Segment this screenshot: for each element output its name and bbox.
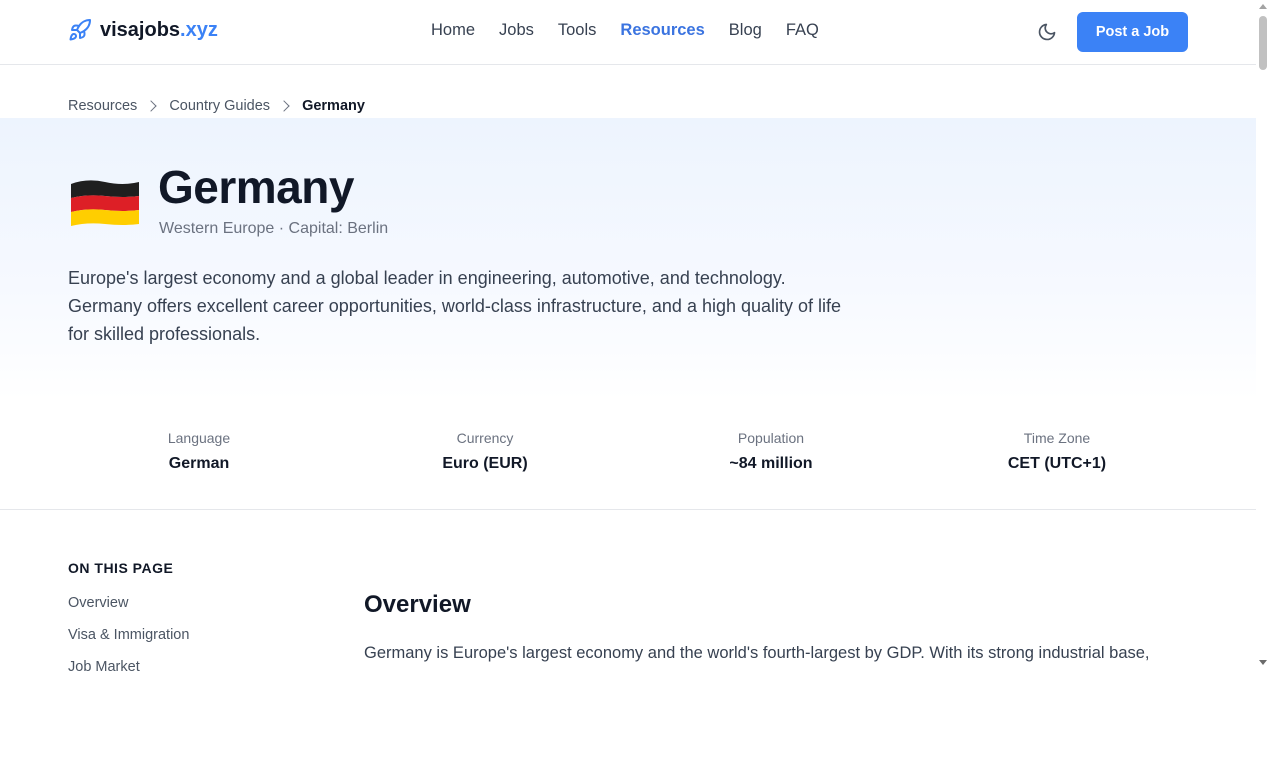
nav-faq[interactable]: FAQ (786, 21, 819, 40)
site-header: visajobs.xyz Home Jobs Tools Resources B… (0, 0, 1256, 65)
stat-value: ~84 million (729, 455, 813, 472)
toc-item-visa-immigration[interactable]: Visa & Immigration (68, 627, 189, 659)
country-stats: Language German Currency Euro (EUR) Popu… (56, 430, 1200, 473)
stat-timezone: Time Zone CET (UTC+1) (914, 430, 1200, 473)
table-of-contents: Overview Visa & Immigration Job Market (68, 595, 189, 672)
nav-resources[interactable]: Resources (620, 21, 704, 40)
brand-name: visajobs (100, 18, 181, 41)
stat-currency: Currency Euro (EUR) (342, 430, 628, 473)
scroll-thumb[interactable] (1259, 16, 1267, 70)
stat-population: Population ~84 million (628, 430, 914, 473)
moon-icon[interactable] (1036, 21, 1058, 43)
nav-home[interactable]: Home (431, 21, 475, 40)
country-description: Europe's largest economy and a global le… (68, 268, 842, 344)
nav-jobs[interactable]: Jobs (499, 21, 534, 40)
site-logo[interactable]: visajobs.xyz (68, 18, 218, 42)
country-title: Germany (158, 161, 354, 213)
breadcrumb-resources[interactable]: Resources (68, 98, 137, 114)
nav-tools[interactable]: Tools (558, 21, 597, 40)
section-title-overview: Overview (364, 591, 471, 618)
breadcrumb-current: Germany (302, 98, 365, 114)
stat-value: Euro (EUR) (442, 455, 528, 472)
toc-item-job-market[interactable]: Job Market (68, 659, 189, 672)
page-scrollbar[interactable] (1256, 0, 1270, 672)
scroll-down-icon[interactable] (1259, 660, 1267, 665)
toc-title: ON THIS PAGE (68, 560, 174, 576)
blank-area (0, 672, 1270, 760)
stat-label: Population (737, 430, 805, 446)
chevron-right-icon (145, 100, 157, 112)
page-viewport: visajobs.xyz Home Jobs Tools Resources B… (0, 0, 1256, 672)
stat-language: Language German (56, 430, 342, 473)
stat-label: Currency (456, 430, 514, 446)
chevron-right-icon (278, 100, 290, 112)
country-subtitle: Western Europe · Capital: Berlin (159, 220, 389, 237)
rocket-icon (68, 18, 92, 42)
stat-label: Language (167, 430, 231, 446)
nav-blog[interactable]: Blog (729, 21, 762, 40)
germany-flag-icon (69, 176, 141, 230)
breadcrumb-country-guides[interactable]: Country Guides (169, 98, 270, 114)
stat-value: German (168, 455, 230, 472)
post-job-button[interactable]: Post a Job (1077, 12, 1188, 52)
scroll-up-icon[interactable] (1259, 4, 1267, 9)
brand-tld: .xyz (180, 18, 218, 41)
breadcrumb: Resources Country Guides Germany (68, 98, 365, 114)
section-divider (0, 509, 1256, 510)
stat-value: CET (UTC+1) (1007, 455, 1107, 472)
stat-label: Time Zone (1023, 430, 1091, 446)
main-nav: Home Jobs Tools Resources Blog FAQ (431, 21, 843, 40)
toc-item-overview[interactable]: Overview (68, 595, 189, 627)
overview-text: Germany is Europe's largest economy and … (364, 644, 1150, 662)
